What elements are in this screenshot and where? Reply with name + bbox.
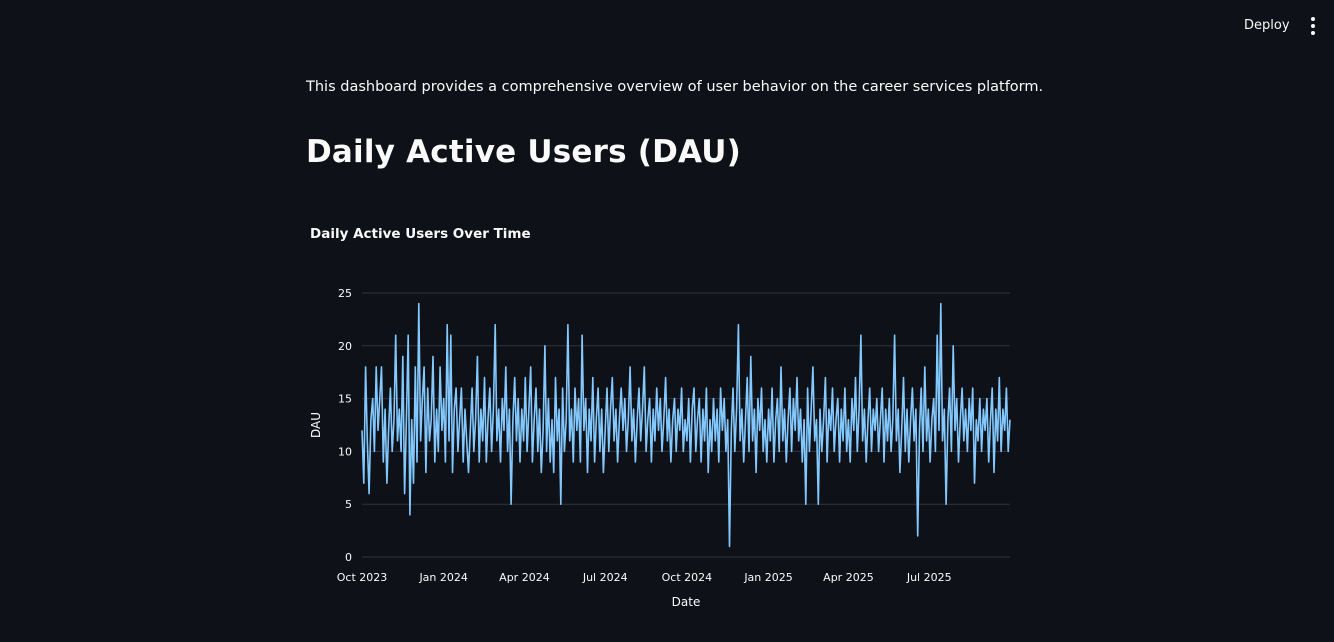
x-tick-label: Oct 2024 [662,571,713,584]
dau-series-line [361,302,1011,548]
menu-dot [1311,31,1315,35]
y-tick-label: 0 [345,551,352,564]
x-tick-label: Jan 2024 [418,571,467,584]
x-axis-label: Date [672,595,701,609]
y-tick-label: 25 [338,287,352,300]
x-tick-label: Jul 2025 [906,571,952,584]
x-tick-label: Apr 2025 [823,571,874,584]
y-tick-label: 10 [338,445,352,458]
y-tick-label: 5 [345,498,352,511]
x-tick-label: Apr 2024 [499,571,550,584]
y-axis-label: DAU [309,412,323,438]
x-tick-labels: Oct 2023 Jan 2024 Apr 2024 Jul 2024 Oct 2024… [337,571,952,584]
y-tick-labels: 0 5 10 15 20 25 [338,287,352,564]
chart-canvas: 0 5 10 15 20 25 Oct 2023 Jan 2024 Apr 2024 Jul 2… [309,287,1011,609]
vertical-ellipsis-icon[interactable] [1302,14,1324,38]
menu-dot [1311,24,1315,28]
dau-chart[interactable]: Daily Active Users Over Time 0 5 10 15 20 25 … [300,210,1020,620]
y-tick-label: 15 [338,393,352,406]
x-tick-label: Jan 2025 [743,571,792,584]
deploy-button[interactable]: Deploy [1234,14,1300,38]
x-tick-label: Oct 2023 [337,571,388,584]
x-tick-label: Jul 2024 [582,571,628,584]
app-root: Deploy This dashboard provides a compreh… [0,0,1334,642]
top-toolbar: Deploy [0,0,1334,52]
section-heading: Daily Active Users (DAU) [306,134,742,170]
dashboard-description: This dashboard provides a comprehensive … [306,79,1044,95]
menu-dot [1311,17,1315,21]
y-tick-label: 20 [338,340,352,353]
